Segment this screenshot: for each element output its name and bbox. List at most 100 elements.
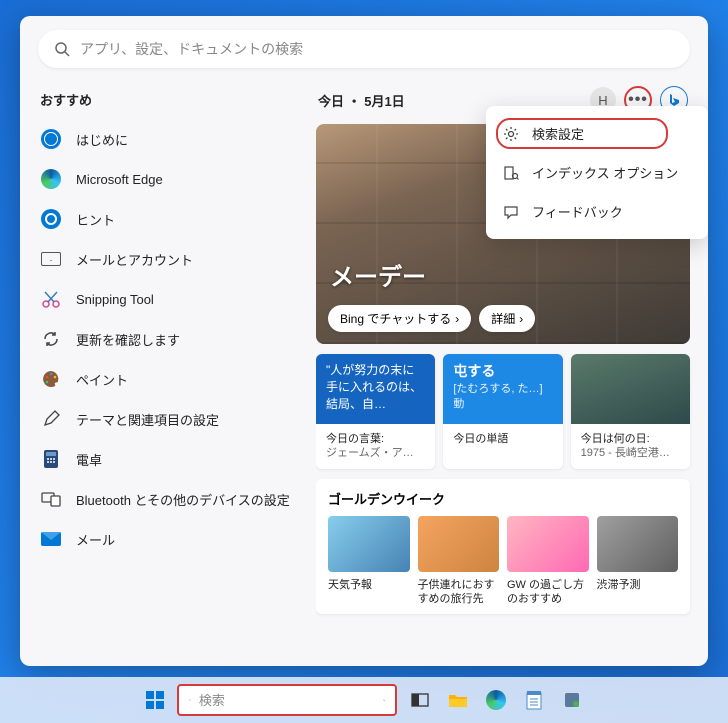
card-word-reading: [たむろする, た…] 動 xyxy=(453,382,552,413)
calculator-icon xyxy=(40,448,62,470)
chevron-right-icon: › xyxy=(519,312,523,326)
hero-title: メーデー xyxy=(330,257,426,292)
more-menu: 検索設定 インデックス オプション フィードバック xyxy=(486,106,708,239)
sidebar-item-snipping[interactable]: Snipping Tool xyxy=(30,279,306,319)
pill-label: Bing でチャットする xyxy=(340,310,451,327)
card-quote-text: "人が努力の末に手に入れるのは、結局、自… xyxy=(316,354,435,424)
hero-detail-button[interactable]: 詳細 › xyxy=(479,305,535,332)
search-icon xyxy=(189,693,191,707)
search-input[interactable] xyxy=(80,41,674,57)
menu-item-label: インデックス オプション xyxy=(532,163,678,182)
recommendations-sidebar: おすすめ はじめに Microsoft Edge ヒント メールとアカウント S… xyxy=(20,78,316,666)
quote-card[interactable]: "人が努力の末に手に入れるのは、結局、自… 今日の言葉: ジェームズ・ア… xyxy=(316,354,435,469)
sidebar-item-getting-started[interactable]: はじめに xyxy=(30,119,306,159)
sidebar-item-label: Snipping Tool xyxy=(76,292,154,307)
taskbar-edge[interactable] xyxy=(481,685,511,715)
pill-label: 詳細 xyxy=(491,310,515,327)
sidebar-item-label: ヒント xyxy=(76,210,115,229)
tile-image xyxy=(507,516,589,572)
palette-icon xyxy=(40,368,62,390)
menu-item-label: フィードバック xyxy=(532,202,623,221)
hero-chat-button[interactable]: Bing でチャットする › xyxy=(328,305,471,332)
search-flyout-panel: おすすめ はじめに Microsoft Edge ヒント メールとアカウント S… xyxy=(20,16,708,666)
sidebar-item-label: 更新を確認します xyxy=(76,330,180,349)
sidebar-item-update[interactable]: 更新を確認します xyxy=(30,319,306,359)
mail-app-icon xyxy=(40,528,62,550)
card-subtitle: 1975 - 長崎空港… xyxy=(581,446,680,460)
taskbar-search-input[interactable] xyxy=(199,693,375,708)
tile-image xyxy=(597,516,679,572)
word-card[interactable]: 屯する [たむろする, た…] 動 今日の単語 xyxy=(443,354,562,469)
chevron-right-icon: › xyxy=(455,312,459,326)
tile-label: 子供連れにおすすめの旅行先 xyxy=(418,578,500,607)
tile-image xyxy=(328,516,410,572)
sidebar-item-themes[interactable]: テーマと関連項目の設定 xyxy=(30,399,306,439)
notepad-icon xyxy=(526,690,542,710)
globe-icon xyxy=(40,128,62,150)
tile-label: 渋滞予測 xyxy=(597,578,679,592)
sidebar-item-edge[interactable]: Microsoft Edge xyxy=(30,159,306,199)
tile-weather[interactable]: 天気予報 xyxy=(328,516,410,607)
taskbar-notepad[interactable] xyxy=(519,685,549,715)
app-icon xyxy=(563,691,581,709)
today-panel: 今日 ・ 5月1日 H ••• 検索設定 xyxy=(316,78,708,666)
taskbar-taskview[interactable] xyxy=(405,685,435,715)
gear-icon xyxy=(502,126,520,142)
card-image xyxy=(571,354,690,424)
search-bar[interactable] xyxy=(38,30,690,68)
tile-label: 天気予報 xyxy=(328,578,410,592)
sidebar-item-label: Microsoft Edge xyxy=(76,172,163,187)
card-word: 屯する xyxy=(453,362,552,382)
tile-gw-ideas[interactable]: GW の過ごし方のおすすめ xyxy=(507,516,589,607)
refresh-icon xyxy=(40,328,62,350)
menu-item-index-options[interactable]: インデックス オプション xyxy=(486,153,708,192)
sidebar-item-label: メール xyxy=(76,530,115,549)
sidebar-item-mail-accounts[interactable]: メールとアカウント xyxy=(30,239,306,279)
sidebar-item-bluetooth[interactable]: Bluetooth とその他のデバイスの設定 xyxy=(30,479,306,519)
sidebar-item-label: ペイント xyxy=(76,370,128,389)
taskbar xyxy=(0,677,728,723)
bing-icon xyxy=(383,692,385,708)
card-subtitle: ジェームズ・ア… xyxy=(326,446,425,460)
sidebar-item-label: はじめに xyxy=(76,130,128,149)
mail-icon xyxy=(40,248,62,270)
sidebar-item-label: メールとアカウント xyxy=(76,250,193,269)
index-icon xyxy=(502,165,520,181)
sidebar-item-mail[interactable]: メール xyxy=(30,519,306,559)
taskbar-explorer[interactable] xyxy=(443,685,473,715)
menu-item-label: 検索設定 xyxy=(532,124,584,143)
card-title: 今日の言葉: xyxy=(326,432,425,446)
devices-icon xyxy=(40,488,62,510)
sidebar-item-label: テーマと関連項目の設定 xyxy=(76,410,219,429)
section-title: ゴールデンウイーク xyxy=(328,489,678,508)
start-button[interactable] xyxy=(141,686,169,714)
feedback-icon xyxy=(502,204,520,220)
golden-week-section: ゴールデンウイーク 天気予報 子供連れにおすすめの旅行先 GW の過ごし方のおす… xyxy=(316,479,690,615)
sidebar-item-calculator[interactable]: 電卓 xyxy=(30,439,306,479)
info-cards-row: "人が努力の末に手に入れるのは、結局、自… 今日の言葉: ジェームズ・ア… 屯す… xyxy=(316,354,690,469)
today-title: 今日 ・ 5月1日 xyxy=(318,91,405,110)
sidebar-item-tips[interactable]: ヒント xyxy=(30,199,306,239)
windows-icon xyxy=(145,690,165,710)
sidebar-item-paint[interactable]: ペイント xyxy=(30,359,306,399)
taskbar-app[interactable] xyxy=(557,685,587,715)
card-title: 今日の単語 xyxy=(453,432,552,446)
sidebar-item-label: 電卓 xyxy=(76,450,102,469)
taskbar-search[interactable] xyxy=(177,684,397,716)
sidebar-title: おすすめ xyxy=(30,84,306,119)
search-icon xyxy=(54,41,70,57)
pen-icon xyxy=(40,408,62,430)
menu-item-feedback[interactable]: フィードバック xyxy=(486,192,708,231)
snipping-icon xyxy=(40,288,62,310)
edge-icon xyxy=(40,168,62,190)
tips-icon xyxy=(40,208,62,230)
tile-traffic[interactable]: 渋滞予測 xyxy=(597,516,679,607)
tile-family-travel[interactable]: 子供連れにおすすめの旅行先 xyxy=(418,516,500,607)
tile-label: GW の過ごし方のおすすめ xyxy=(507,578,589,607)
menu-item-search-settings[interactable]: 検索設定 xyxy=(486,114,708,153)
card-title: 今日は何の日: xyxy=(581,432,680,446)
sidebar-item-label: Bluetooth とその他のデバイスの設定 xyxy=(76,490,290,509)
tile-image xyxy=(418,516,500,572)
onthisday-card[interactable]: 今日は何の日: 1975 - 長崎空港… xyxy=(571,354,690,469)
taskview-icon xyxy=(411,693,429,707)
